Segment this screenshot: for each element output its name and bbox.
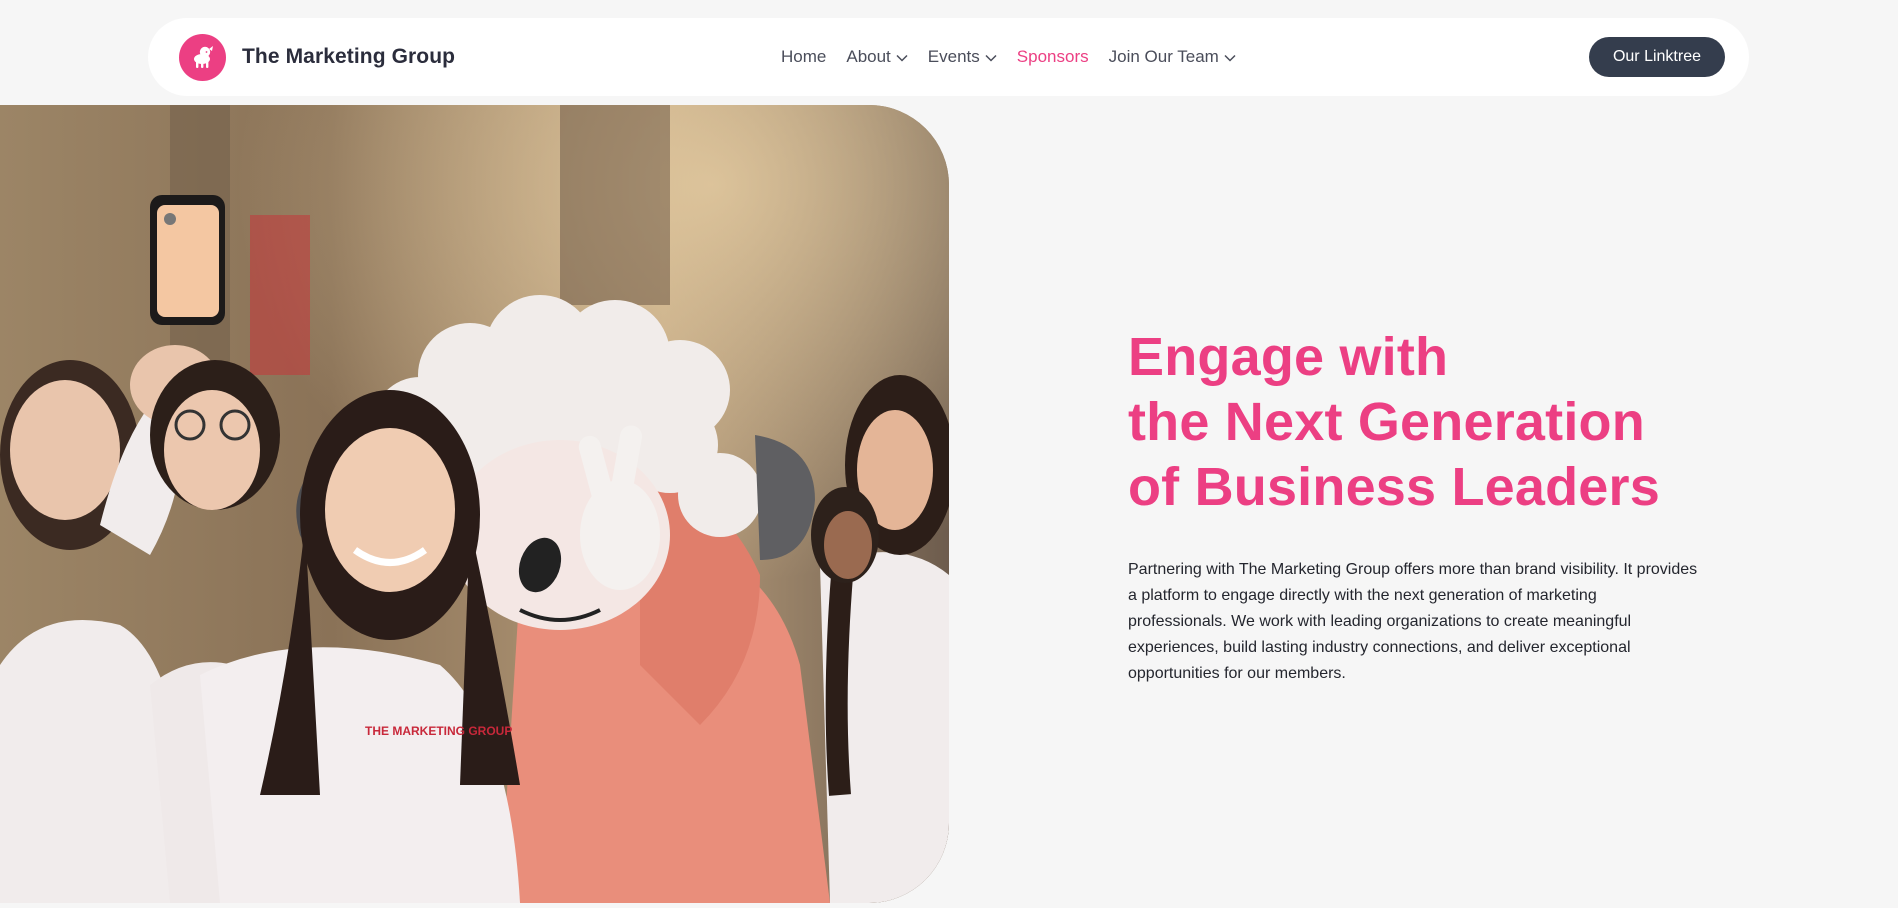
main-nav: Home About Events Sponsors Join Our Team bbox=[781, 18, 1236, 96]
brand-link[interactable]: The Marketing Group bbox=[179, 33, 456, 81]
hero-photo-illustration: THE MARKETING GROUP bbox=[0, 105, 949, 903]
chevron-down-icon bbox=[985, 54, 997, 62]
chevron-down-icon bbox=[1224, 54, 1236, 62]
nav-item-label: Sponsors bbox=[1016, 47, 1089, 66]
nav-item-home[interactable]: Home bbox=[781, 47, 826, 67]
chevron-down-icon bbox=[896, 54, 908, 62]
nav-item-label: About bbox=[846, 47, 891, 66]
hero-section: Engage with the Next Generation of Busin… bbox=[1128, 325, 1728, 687]
svg-text:THE MARKETING GROUP: THE MARKETING GROUP bbox=[365, 724, 512, 738]
sheep-logo-icon bbox=[179, 33, 226, 81]
hero-title-line: the Next Generation bbox=[1128, 392, 1645, 452]
linktree-button[interactable]: Our Linktree bbox=[1588, 37, 1725, 77]
nav-item-events[interactable]: Events bbox=[928, 47, 997, 67]
brand-name: The Marketing Group bbox=[242, 45, 456, 68]
nav-item-label: Events bbox=[927, 47, 980, 66]
hero-photo: THE MARKETING GROUP bbox=[0, 105, 949, 903]
nav-item-label: Join Our Team bbox=[1108, 47, 1219, 66]
nav-item-join-our-team[interactable]: Join Our Team bbox=[1109, 47, 1236, 67]
nav-item-about[interactable]: About bbox=[846, 47, 908, 67]
hero-title-line: of Business Leaders bbox=[1128, 457, 1660, 517]
nav-item-label: Home bbox=[781, 47, 827, 66]
nav-item-sponsors[interactable]: Sponsors bbox=[1017, 47, 1089, 67]
hero-title: Engage with the Next Generation of Busin… bbox=[1128, 325, 1728, 520]
hero-title-line: Engage with bbox=[1128, 327, 1449, 387]
hero-description: Partnering with The Marketing Group offe… bbox=[1128, 561, 1698, 682]
site-header: The Marketing Group Home About Events Sp… bbox=[148, 18, 1749, 96]
